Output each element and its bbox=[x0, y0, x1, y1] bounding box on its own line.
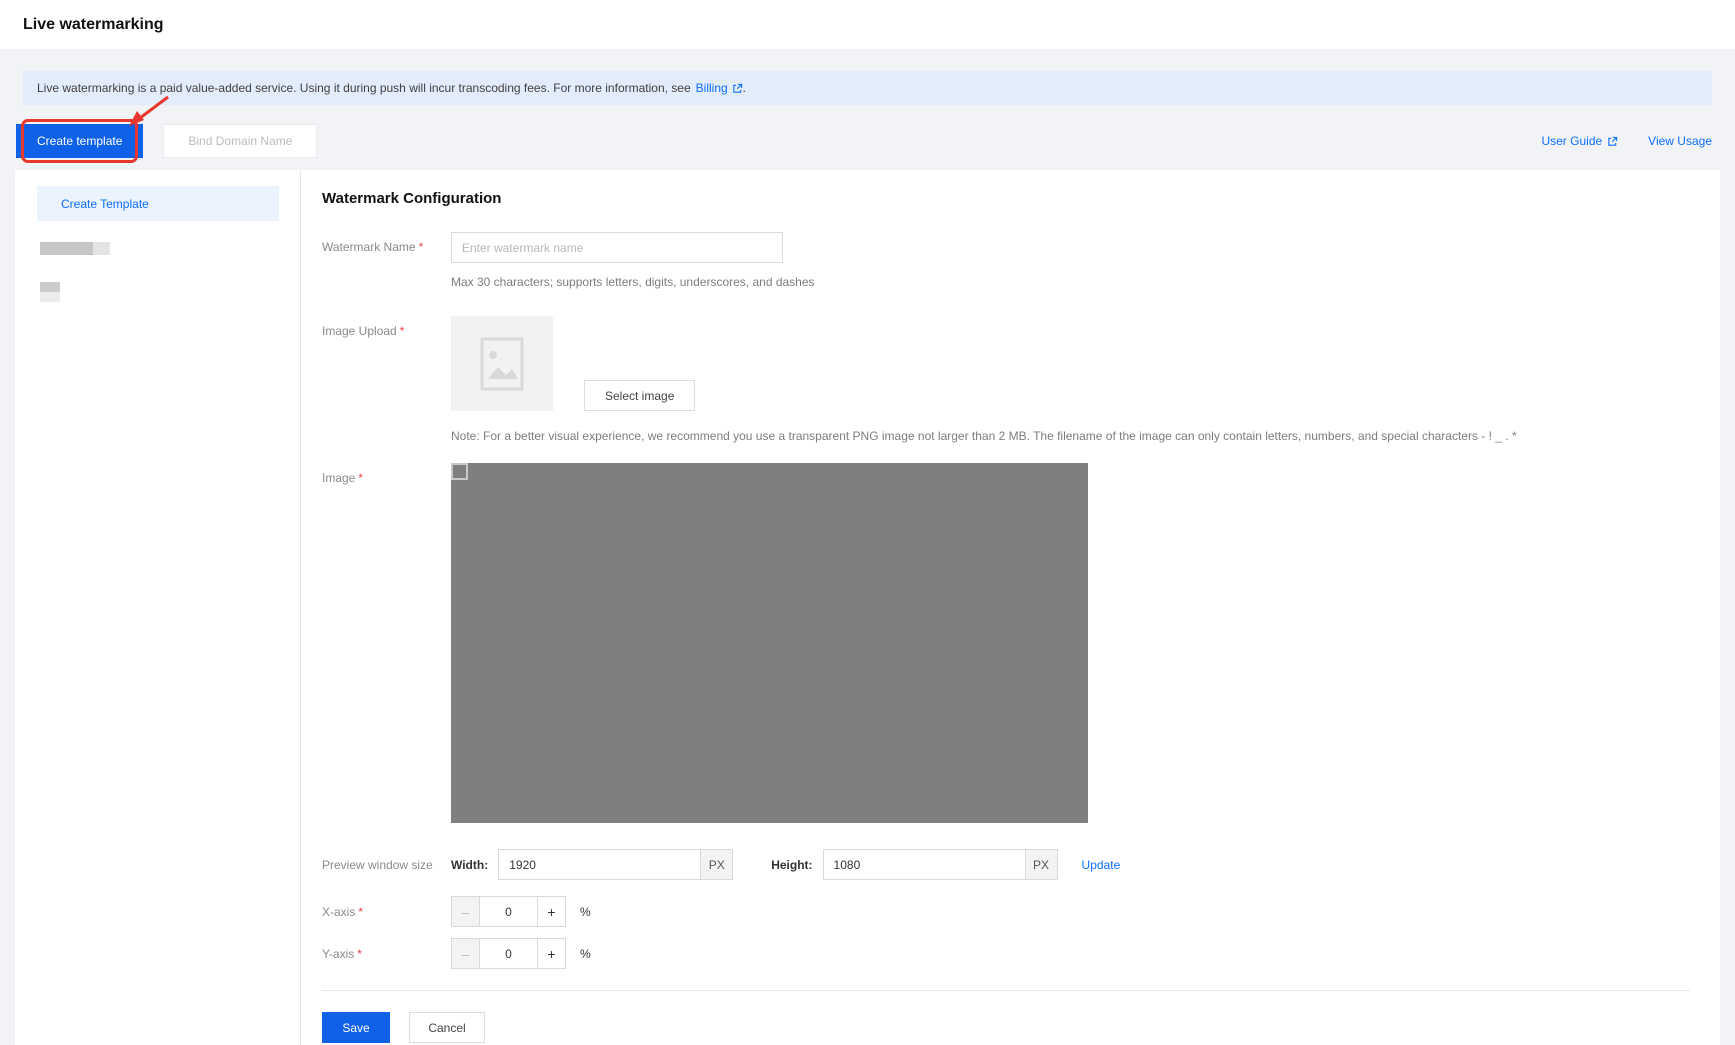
height-input[interactable] bbox=[822, 849, 1025, 880]
y-axis-label: Y-axis * bbox=[322, 946, 362, 961]
create-template-button[interactable]: Create template bbox=[16, 124, 144, 158]
external-link-icon bbox=[1608, 136, 1618, 146]
banner-text: Live watermarking is a paid value-added … bbox=[37, 81, 691, 95]
cancel-button[interactable]: Cancel bbox=[409, 1012, 485, 1043]
sidebar-item-create-template[interactable]: Create Template bbox=[37, 186, 279, 221]
toolbar: Create template Bind Domain Name User Gu… bbox=[16, 95, 1712, 163]
watermark-configuration-form: Watermark Configuration Watermark Name * … bbox=[301, 170, 1720, 1045]
billing-link[interactable]: Billing bbox=[696, 81, 743, 95]
x-axis-row: X-axis* – + % bbox=[322, 896, 1690, 927]
watermark-preview-canvas bbox=[451, 463, 1088, 823]
required-asterisk: * bbox=[358, 471, 364, 485]
select-image-button[interactable]: Select image bbox=[584, 380, 696, 411]
x-axis-decrease-button[interactable]: – bbox=[451, 896, 479, 927]
watermark-name-input[interactable] bbox=[451, 232, 783, 263]
template-sidebar: Create Template bbox=[15, 170, 301, 1045]
banner-suffix: . bbox=[742, 81, 747, 95]
x-axis-increase-button[interactable]: + bbox=[538, 896, 566, 927]
watermark-name-label: Watermark Name * bbox=[322, 240, 424, 254]
view-usage-link[interactable]: View Usage bbox=[1648, 134, 1712, 148]
x-axis-unit: % bbox=[580, 904, 591, 919]
image-upload-note: Note: For a better visual experience, we… bbox=[451, 429, 1517, 443]
user-guide-link[interactable]: User Guide bbox=[1541, 134, 1618, 148]
required-asterisk: * bbox=[357, 946, 362, 961]
bind-domain-name-button[interactable]: Bind Domain Name bbox=[163, 124, 318, 158]
required-asterisk: * bbox=[418, 240, 424, 254]
preview-window-size-label: Preview window size bbox=[322, 857, 433, 872]
create-template-annotated: Create template bbox=[16, 95, 169, 163]
content-panel: Create Template Watermark Configuration … bbox=[15, 170, 1720, 1045]
watermark-drag-handle[interactable] bbox=[451, 463, 468, 480]
y-axis-input[interactable] bbox=[479, 938, 538, 969]
top-header: Live watermarking bbox=[0, 0, 1735, 49]
required-asterisk: * bbox=[358, 904, 364, 919]
form-divider bbox=[322, 990, 1690, 991]
x-axis-label: X-axis * bbox=[322, 904, 364, 919]
sidebar-item-redacted[interactable] bbox=[40, 242, 300, 255]
image-upload-row: Image Upload * Select image Note: For a b… bbox=[322, 316, 1690, 443]
image-preview-row: Image * bbox=[322, 463, 1690, 823]
update-link[interactable]: Update bbox=[1082, 858, 1121, 872]
x-axis-input[interactable] bbox=[479, 896, 538, 927]
form-actions: Save Cancel bbox=[322, 1012, 1690, 1043]
required-asterisk: * bbox=[399, 324, 405, 338]
image-label: Image * bbox=[322, 471, 364, 485]
plus-icon: + bbox=[547, 945, 556, 962]
save-button[interactable]: Save bbox=[322, 1012, 390, 1043]
image-upload-dropzone[interactable] bbox=[451, 316, 553, 411]
y-axis-increase-button[interactable]: + bbox=[538, 938, 566, 969]
image-upload-label: Image Upload * bbox=[322, 324, 405, 338]
watermark-name-row: Watermark Name* Max 30 characters; suppo… bbox=[322, 232, 1690, 289]
width-label: Width: bbox=[451, 857, 489, 872]
toolbar-links: User Guide View Usage bbox=[1541, 134, 1712, 148]
width-unit: PX bbox=[700, 849, 734, 880]
sidebar-item-redacted[interactable] bbox=[40, 282, 60, 302]
info-banner: Live watermarking is a paid value-added … bbox=[23, 71, 1712, 105]
y-axis-row: Y-axis* – + % bbox=[322, 938, 1690, 969]
image-placeholder-icon bbox=[480, 337, 524, 390]
height-unit: PX bbox=[1024, 849, 1058, 880]
y-axis-decrease-button[interactable]: – bbox=[451, 938, 479, 969]
minus-icon: – bbox=[461, 945, 470, 962]
minus-icon: – bbox=[461, 903, 470, 920]
watermark-name-help: Max 30 characters; supports letters, dig… bbox=[451, 275, 815, 289]
section-title: Watermark Configuration bbox=[322, 190, 502, 207]
width-input[interactable] bbox=[498, 849, 701, 880]
external-link-icon bbox=[732, 83, 742, 93]
page-title: Live watermarking bbox=[23, 15, 164, 33]
preview-window-size-row: Preview window size Width: PX Height: PX… bbox=[322, 849, 1690, 880]
y-axis-unit: % bbox=[580, 946, 591, 961]
height-label: Height: bbox=[771, 857, 813, 872]
plus-icon: + bbox=[547, 903, 556, 920]
